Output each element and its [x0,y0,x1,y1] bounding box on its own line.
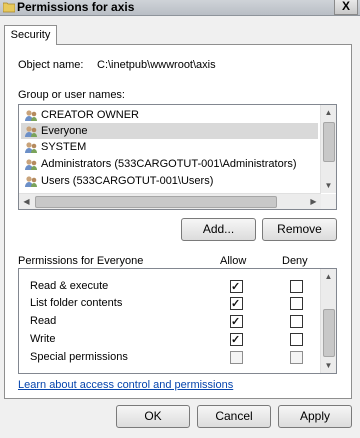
permission-name: Special permissions [30,351,128,363]
scroll-up-icon[interactable]: ▲ [321,269,336,284]
list-item-label: CREATOR OWNER [41,109,139,121]
window-title: Permissions for axis [17,0,135,14]
list-item-system[interactable]: SYSTEM [21,139,318,155]
users-icon [25,110,37,121]
users-icon [25,176,37,187]
add-button[interactable]: Add... [181,218,256,241]
list-item-label: Users (533CARGOTUT-001\Users) [41,175,214,187]
title-bar: Permissions for axis X [0,0,360,16]
access-control-help-link[interactable]: Learn about access control and permissio… [18,378,233,392]
list-item-label: Administrators (533CARGOTUT-001\Administ… [41,158,297,170]
scroll-up-icon[interactable]: ▲ [321,105,336,120]
deny-checkbox [290,351,303,364]
deny-checkbox[interactable] [290,297,303,310]
list-item-label: Everyone [41,125,88,137]
permission-row-partial [19,269,319,275]
permission-name: Read [30,315,57,327]
horizontal-scrollbar[interactable]: ◀ ▶ [19,193,321,209]
permission-row: List folder contents [19,294,319,313]
group-users-list[interactable]: CREATOR OWNER Everyone SYSTEM Administra… [18,104,337,210]
users-icon [25,142,37,153]
permission-row: Special permissions [19,348,319,366]
scroll-left-icon[interactable]: ◀ [19,194,34,209]
group-users-label: Group or user names: [18,89,125,101]
deny-checkbox[interactable] [290,333,303,346]
folder-icon [3,2,15,13]
vertical-scrollbar[interactable]: ▲ ▼ [320,105,336,193]
permission-row: Read & execute [19,277,319,296]
permissions-label: Permissions for Everyone [18,255,144,267]
list-item-everyone[interactable]: Everyone [21,123,318,139]
deny-checkbox[interactable] [290,315,303,328]
permission-name: List folder contents [30,297,123,309]
allow-column-header: Allow [220,255,247,267]
scroll-down-icon[interactable]: ▼ [321,178,336,193]
permissions-scrollbar[interactable]: ▲ ▼ [320,269,336,373]
deny-checkbox[interactable] [290,280,303,293]
list-item-label: SYSTEM [41,141,87,153]
permission-row: Write [19,330,319,349]
permission-row: Read [19,312,319,331]
allow-checkbox[interactable] [230,331,243,349]
permission-name: Read & execute [30,280,109,292]
scroll-down-icon[interactable]: ▼ [321,358,336,373]
scroll-thumb[interactable] [35,196,277,208]
cancel-button[interactable]: Cancel [197,405,271,428]
allow-checkbox[interactable] [230,313,243,331]
scroll-thumb[interactable] [323,309,335,357]
deny-column-header: Deny [282,255,308,267]
remove-button[interactable]: Remove [262,218,337,241]
scroll-thumb[interactable] [323,122,335,162]
allow-checkbox[interactable] [230,278,243,296]
users-icon [25,159,37,170]
allow-checkbox[interactable] [230,295,243,313]
tab-security[interactable]: Security [4,25,57,45]
users-icon [25,126,37,137]
scroll-right-icon[interactable]: ▶ [306,194,321,209]
object-name-label: Object name: [18,59,84,71]
list-item-users[interactable]: Users (533CARGOTUT-001\Users) [21,173,318,189]
list-item-administrators[interactable]: Administrators (533CARGOTUT-001\Administ… [21,156,318,172]
close-button[interactable]: X [334,0,358,15]
apply-button[interactable]: Apply [278,405,352,428]
permissions-list[interactable]: Read & execute List folder contents Read… [18,268,337,374]
tab-security-label: Security [10,29,51,41]
permissions-header: Permissions for Everyone Allow Deny [18,254,335,268]
object-name-value: C:\inetpub\wwwroot\axis [97,59,216,71]
close-icon: X [341,0,350,13]
list-item-creator-owner[interactable]: CREATOR OWNER [21,107,318,123]
permission-name: Write [30,333,56,345]
scroll-corner [321,194,336,209]
ok-button[interactable]: OK [116,405,190,428]
allow-checkbox [230,351,243,364]
